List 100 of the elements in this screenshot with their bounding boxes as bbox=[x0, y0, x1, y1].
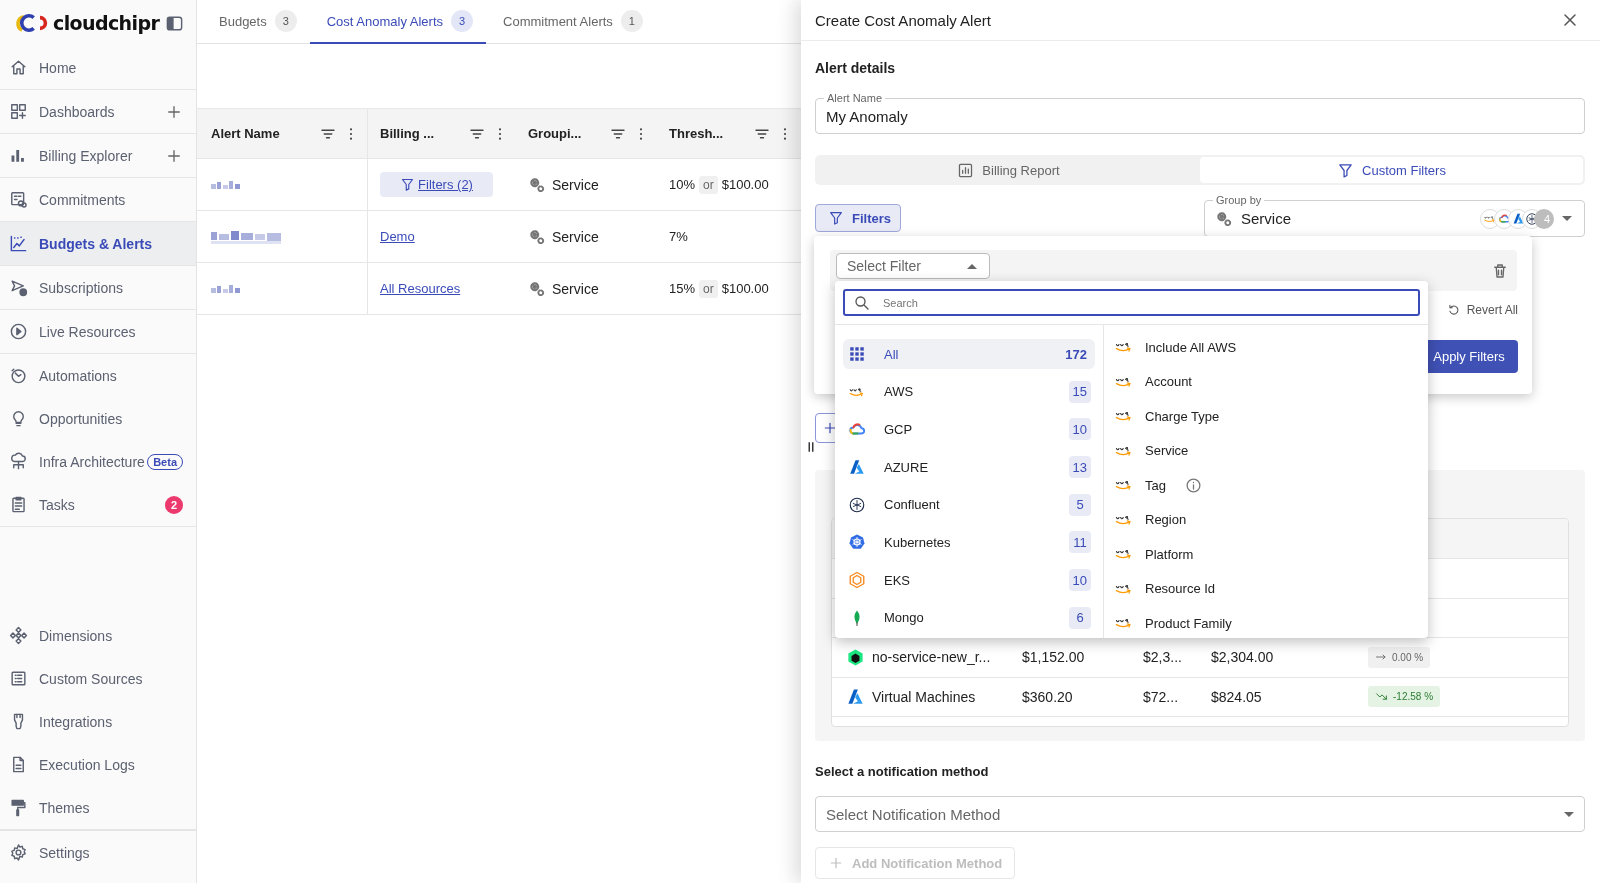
billing-link[interactable]: All Resources bbox=[380, 281, 461, 296]
threshold-amount: $100.00 bbox=[721, 177, 769, 192]
nav-item[interactable]: Settings bbox=[0, 831, 183, 874]
gears-icon bbox=[1215, 209, 1233, 228]
plus-icon bbox=[828, 855, 844, 871]
category-item[interactable]: Confluent 5 bbox=[843, 489, 1095, 520]
funnel-icon bbox=[400, 177, 416, 192]
column-header: Alert Name bbox=[211, 126, 281, 141]
notification-select[interactable]: Select Notification Method bbox=[815, 796, 1585, 832]
search-field[interactable]: Search bbox=[843, 289, 1420, 316]
threshold-percent: 15% bbox=[669, 281, 696, 296]
revert-all-button[interactable]: Revert All bbox=[1446, 298, 1518, 322]
timer-icon bbox=[9, 366, 28, 385]
wheel-logo-icon bbox=[848, 533, 866, 552]
tab[interactable]: Budgets 3 bbox=[202, 0, 310, 44]
gears-icon bbox=[528, 227, 546, 246]
nav-item[interactable]: Infra Architecture bbox=[0, 440, 148, 483]
menu-item[interactable]: Service bbox=[1114, 433, 1428, 468]
menu-item[interactable]: Tag bbox=[1114, 468, 1428, 503]
info-icon[interactable] bbox=[1184, 476, 1202, 494]
clipboard-icon bbox=[9, 495, 28, 514]
or-label: or bbox=[699, 279, 718, 298]
caret-icon bbox=[1564, 811, 1574, 817]
nav-item[interactable]: Subscriptions bbox=[0, 266, 183, 309]
nav-item[interactable]: Automations bbox=[0, 354, 183, 397]
trash-icon[interactable] bbox=[1491, 261, 1509, 280]
table-cell: Service bbox=[552, 176, 599, 193]
filters-chip[interactable]: Filters (2) bbox=[380, 172, 493, 197]
filters-button[interactable]: Filters bbox=[815, 204, 901, 232]
azure-logo-icon bbox=[1511, 212, 1525, 225]
hexagon-logo-icon bbox=[848, 571, 866, 590]
threshold-percent: 10% bbox=[669, 177, 696, 192]
nav-item[interactable]: Themes bbox=[0, 786, 183, 829]
nav-item[interactable]: Commitments bbox=[0, 178, 183, 221]
gears-icon bbox=[528, 175, 546, 194]
category-item[interactable]: All 172 bbox=[843, 339, 1095, 369]
menu-item[interactable]: Charge Type bbox=[1114, 399, 1428, 434]
nav-item[interactable]: Live Resources bbox=[0, 310, 183, 353]
diamonds-icon bbox=[9, 626, 28, 645]
tab[interactable]: Custom Filters bbox=[1200, 157, 1583, 183]
drawer-title: Create Cost Anomaly Alert bbox=[815, 11, 991, 29]
paint-roller-icon bbox=[9, 798, 28, 817]
menu-item[interactable]: Region bbox=[1114, 502, 1428, 537]
settings-icon bbox=[9, 843, 28, 862]
caret-icon bbox=[1562, 216, 1572, 221]
confluent-logo-icon bbox=[848, 495, 866, 514]
menu-item[interactable]: Platform bbox=[1114, 537, 1428, 572]
menu-item[interactable]: Resource Id bbox=[1114, 571, 1428, 606]
category-item[interactable]: EKS 10 bbox=[843, 565, 1095, 596]
category-item[interactable]: AZURE 13 bbox=[843, 452, 1095, 483]
count-badge: 13 bbox=[1068, 456, 1091, 479]
select-filter[interactable]: Select Filter bbox=[836, 253, 990, 279]
nav-item[interactable]: Integrations bbox=[0, 700, 183, 743]
nav-item[interactable]: Tasks bbox=[0, 483, 165, 526]
section-title: Alert details bbox=[815, 59, 897, 77]
threshold-amount: $100.00 bbox=[721, 281, 769, 296]
nav-item[interactable]: Dashboards bbox=[0, 90, 165, 133]
azure-logo-icon bbox=[846, 687, 865, 707]
table-cell: no-service-new_r... bbox=[872, 649, 991, 666]
column-header: Thresh... bbox=[669, 126, 725, 141]
tab[interactable]: Cost Anomaly Alerts 3 bbox=[309, 0, 487, 44]
funnel-icon bbox=[1337, 161, 1355, 179]
count-badge: 2 bbox=[165, 495, 183, 514]
category-item[interactable]: GCP 10 bbox=[843, 414, 1095, 445]
table-cell-text: $2,304.00 bbox=[1211, 649, 1275, 666]
count-badge: 5 bbox=[1069, 493, 1091, 516]
column-header: Billing ... bbox=[380, 126, 436, 141]
tab[interactable]: Commitment Alerts 1 bbox=[486, 0, 656, 44]
nav-item[interactable]: Custom Sources bbox=[0, 657, 183, 700]
billing-link[interactable]: Demo bbox=[380, 229, 415, 244]
category-item[interactable]: AWS 15 bbox=[843, 376, 1095, 407]
count-badge: 6 bbox=[1069, 606, 1091, 629]
count-badge: 10 bbox=[1068, 569, 1091, 592]
table-cell: Service bbox=[552, 280, 599, 297]
cube-logo-icon bbox=[846, 647, 865, 667]
nav-item[interactable]: Billing Explorer bbox=[0, 134, 165, 177]
count-badge: 10 bbox=[1068, 418, 1091, 441]
line-chart-icon bbox=[9, 234, 28, 253]
column-header: Groupi... bbox=[528, 126, 583, 141]
threshold-percent: 7% bbox=[669, 229, 688, 244]
nav-item[interactable]: Budgets & Alerts bbox=[0, 222, 196, 265]
nav-item[interactable]: Execution Logs bbox=[0, 743, 183, 786]
home-icon bbox=[9, 58, 28, 77]
funnel-icon bbox=[828, 210, 844, 226]
sidebar-toggle-icon[interactable] bbox=[165, 13, 184, 33]
category-item[interactable]: Mongo 6 bbox=[843, 602, 1095, 633]
or-label: or bbox=[699, 175, 718, 194]
nav-item[interactable]: Home bbox=[0, 46, 183, 89]
count-badge: 3 bbox=[274, 10, 297, 32]
nav-item[interactable]: Opportunities bbox=[0, 397, 183, 440]
nav-item[interactable]: Dimensions bbox=[0, 614, 183, 657]
table-cell-text: $2,3... bbox=[1143, 649, 1183, 666]
gears-icon bbox=[528, 279, 546, 298]
send-clock-icon bbox=[9, 278, 28, 297]
category-item[interactable]: Kubernetes 11 bbox=[843, 527, 1095, 558]
menu-item[interactable]: Product Family bbox=[1114, 606, 1428, 638]
tab[interactable]: Billing Report bbox=[817, 157, 1200, 183]
azure-logo-icon bbox=[848, 458, 866, 477]
logo-icon bbox=[13, 12, 49, 34]
section-title: Select a notification method bbox=[815, 764, 990, 780]
